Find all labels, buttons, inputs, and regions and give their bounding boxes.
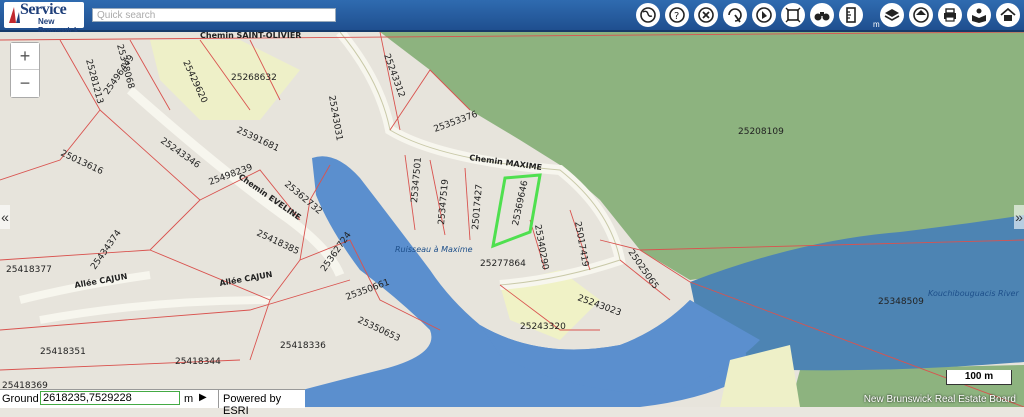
parcel-label: 25418351	[40, 347, 86, 357]
top-toolbar: Service New Brunswick ? m	[0, 0, 1024, 35]
parcel-label: 25418336	[280, 341, 326, 351]
parcel-label: 25208109	[738, 127, 784, 137]
print-icon[interactable]	[938, 3, 962, 27]
water-label: Kouchibouguacis River	[928, 289, 1019, 298]
parcel-label: 25418377	[6, 265, 52, 275]
svg-text:?: ?	[674, 11, 679, 22]
powered-by-esri: Powered by ESRI	[218, 390, 305, 417]
identify-icon[interactable]	[723, 3, 747, 27]
select-icon[interactable]	[752, 3, 776, 27]
binoculars-icon[interactable]	[810, 3, 834, 27]
logo-sail-icon	[9, 7, 20, 23]
zoom-in-button[interactable]: +	[11, 43, 39, 70]
service-nb-logo[interactable]: Service New Brunswick	[4, 1, 84, 35]
ground-label: Ground	[2, 393, 39, 405]
scale-bar: 100 m	[946, 370, 1012, 385]
map-canvas[interactable]: 25281213 25378068 25496449 25429620 2526…	[0, 32, 1024, 407]
ground-unit: m	[184, 393, 194, 405]
ground-coordinates-bar: Ground m ▶ Powered by ESRI	[0, 389, 305, 417]
clear-icon[interactable]	[694, 3, 718, 27]
zoom-out-button[interactable]: −	[11, 70, 39, 97]
pan-right-button[interactable]: »	[1014, 205, 1024, 229]
basemap-icon[interactable]	[909, 3, 933, 27]
parcel-label: 25268632	[231, 73, 277, 83]
layers-icon[interactable]	[880, 3, 904, 27]
parcel-label: 25277864	[480, 259, 526, 269]
go-button[interactable]: ▶	[199, 392, 207, 403]
home-icon[interactable]	[996, 3, 1020, 27]
ground-coords-input[interactable]	[40, 391, 180, 405]
parcel-label: 25243320	[520, 322, 566, 332]
measure-icon[interactable]	[839, 3, 863, 27]
unit-label: m	[873, 20, 880, 29]
map-credit: New Brunswick Real Estate Board	[863, 394, 1016, 405]
reader-icon[interactable]	[967, 3, 991, 27]
water-label: Ruisseau à Maxime	[395, 245, 473, 254]
quick-search-input[interactable]	[92, 8, 336, 22]
globe-icon[interactable]	[636, 3, 660, 27]
parcel-label: 25348509	[878, 297, 924, 307]
road-label: Chemin SAINT-OLIVIER	[200, 32, 301, 40]
pan-left-button[interactable]: «	[0, 205, 10, 229]
full-extent-icon[interactable]	[781, 3, 805, 27]
parcel-label: 25418344	[175, 357, 221, 367]
help-icon[interactable]: ?	[665, 3, 689, 27]
zoom-control: + −	[10, 42, 40, 98]
